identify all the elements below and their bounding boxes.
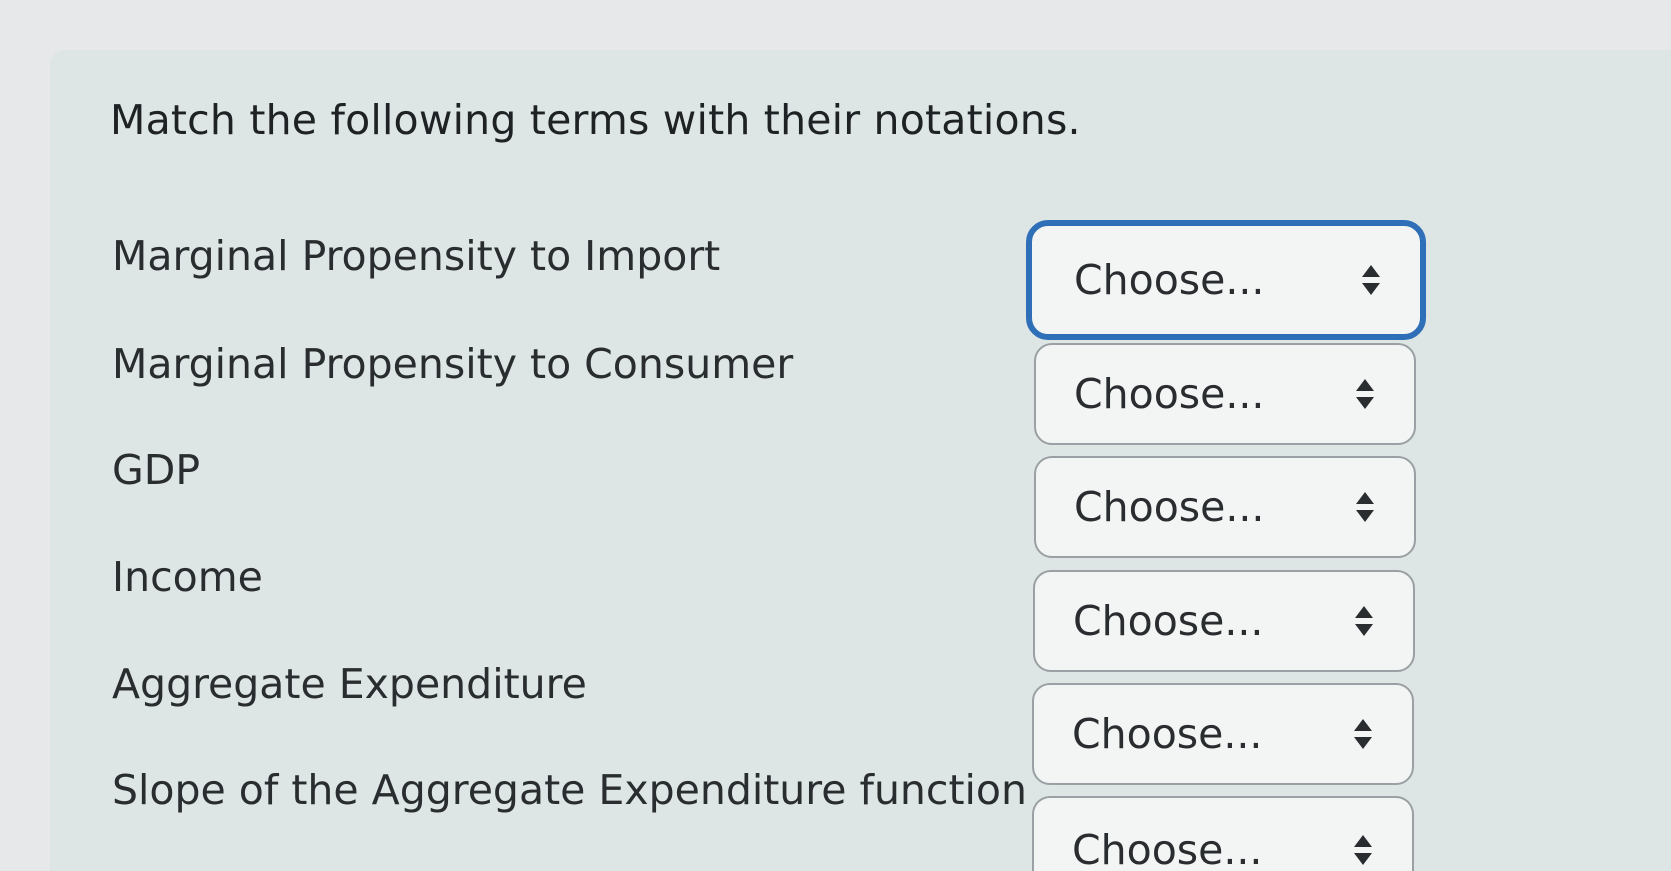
updown-chevron-icon <box>1356 492 1374 522</box>
updown-chevron-icon <box>1362 265 1380 295</box>
updown-chevron-icon <box>1354 835 1372 865</box>
updown-chevron-icon <box>1356 379 1374 409</box>
question-prompt: Match the following terms with their not… <box>110 96 1081 144</box>
updown-chevron-icon <box>1355 606 1373 636</box>
question-panel <box>50 50 1671 871</box>
term-label-2: Marginal Propensity to Consumer <box>112 340 794 388</box>
page: Match the following terms with their not… <box>0 0 1671 871</box>
term-label-3: GDP <box>112 446 201 494</box>
term-label-1: Marginal Propensity to Import <box>112 232 721 280</box>
select-value: Choose... <box>1073 597 1264 645</box>
notation-select-1[interactable]: Choose... <box>1026 220 1426 340</box>
term-label-5: Aggregate Expenditure <box>112 660 587 708</box>
notation-select-5[interactable]: Choose... <box>1032 683 1414 785</box>
notation-select-3[interactable]: Choose... <box>1034 456 1416 558</box>
term-label-4: Income <box>112 553 263 601</box>
select-value: Choose... <box>1072 710 1263 758</box>
notation-select-2[interactable]: Choose... <box>1034 343 1416 445</box>
term-label-6: Slope of the Aggregate Expenditure funct… <box>112 766 1027 814</box>
updown-chevron-icon <box>1354 719 1372 749</box>
notation-select-4[interactable]: Choose... <box>1033 570 1415 672</box>
notation-select-6[interactable]: Choose... <box>1032 796 1414 871</box>
select-value: Choose... <box>1074 370 1265 418</box>
select-value: Choose... <box>1072 826 1263 871</box>
select-value: Choose... <box>1074 256 1265 304</box>
select-value: Choose... <box>1074 483 1265 531</box>
